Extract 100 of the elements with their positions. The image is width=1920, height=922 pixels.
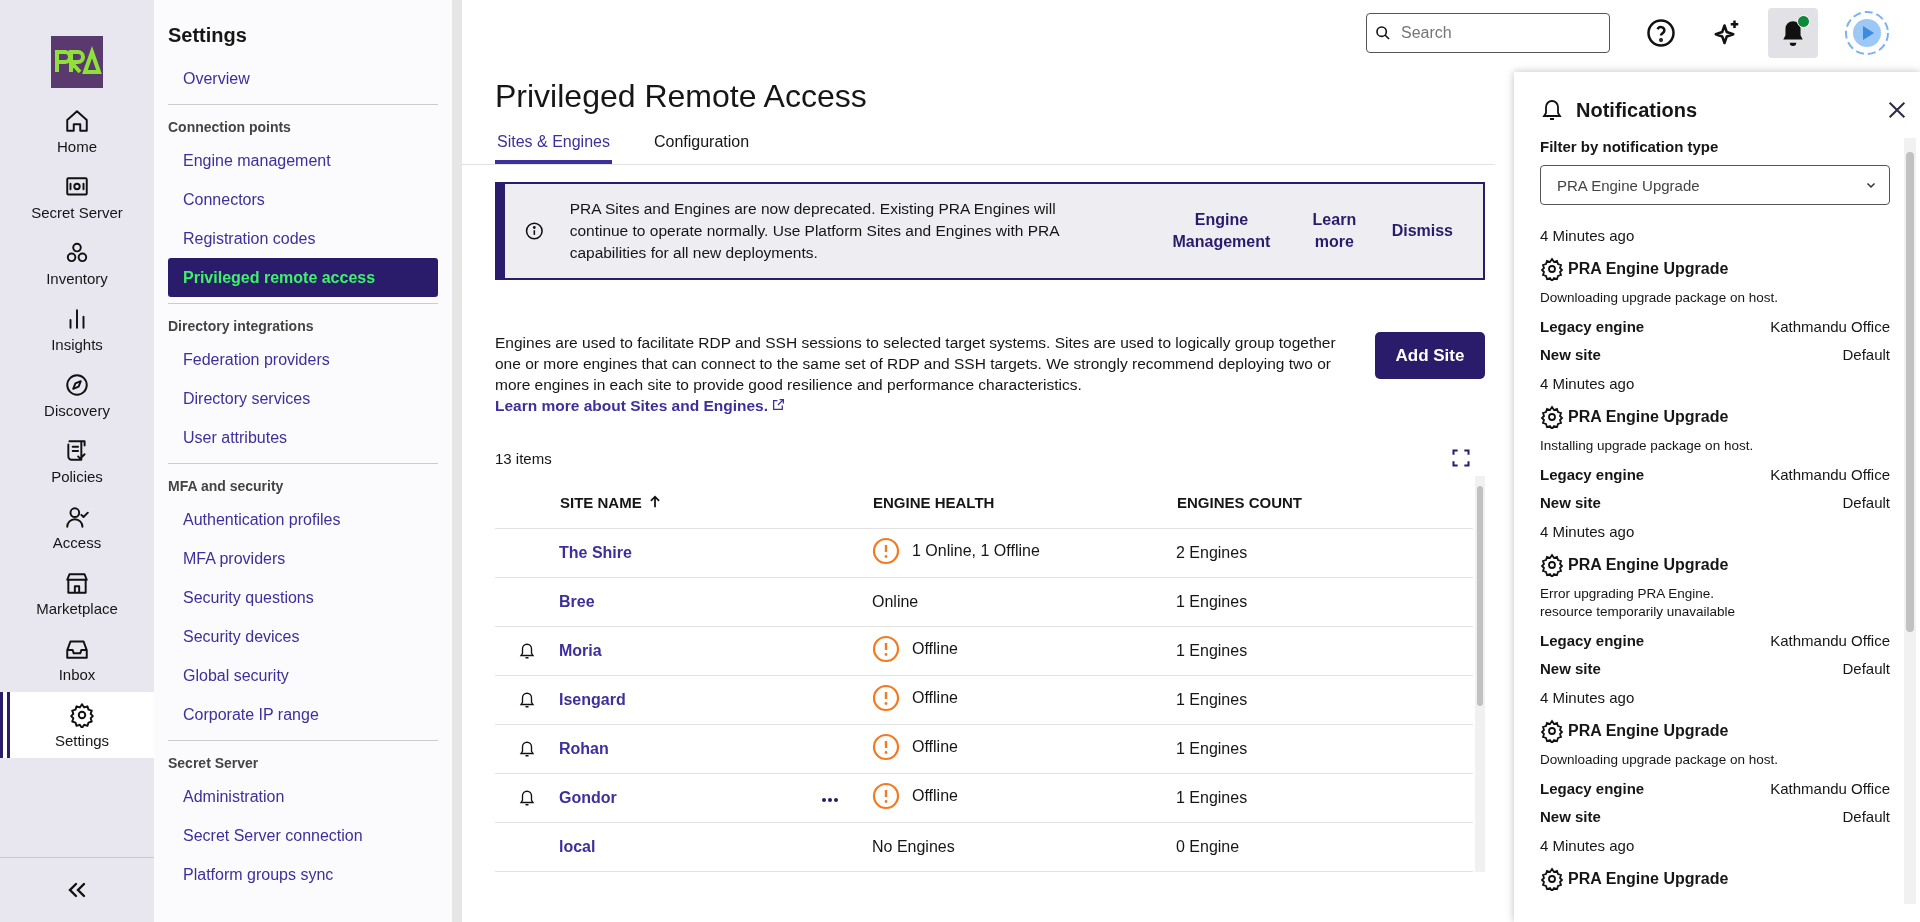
tab[interactable]: Sites & Engines: [495, 133, 612, 164]
notification-message: Installing upgrade package on host.: [1540, 437, 1755, 455]
count-cell: 1 Engines: [1176, 789, 1248, 806]
sidebar-link[interactable]: Connectors: [168, 180, 438, 219]
sidebar-link[interactable]: Authentication profiles: [168, 500, 438, 539]
sidebar-link[interactable]: User attributes: [168, 418, 438, 457]
nav-item[interactable]: Inbox: [0, 626, 154, 692]
banner-link[interactable]: Learn more: [1303, 209, 1366, 253]
detail-label: New site: [1540, 659, 1601, 679]
bell-icon[interactable]: [518, 691, 536, 709]
detail-value: Kathmandu Office: [1770, 465, 1890, 485]
notification-title: PRA Engine Upgrade: [1568, 260, 1729, 278]
collapse-icon[interactable]: [66, 881, 88, 899]
column-header[interactable]: ENGINE HEALTH: [873, 493, 995, 511]
sidebar-title: Settings: [168, 24, 248, 47]
column-header[interactable]: SITE NAME: [560, 493, 662, 511]
page-title: Privileged Remote Access: [495, 78, 868, 115]
detail-label: New site: [1540, 493, 1601, 513]
sidebar-link[interactable]: Engine management: [168, 141, 438, 180]
add-site-button[interactable]: Add Site: [1375, 332, 1485, 379]
notification-time: 4 Minutes ago: [1540, 226, 1636, 246]
sidebar-link[interactable]: Federation providers: [168, 340, 438, 379]
sidebar-link[interactable]: Corporate IP range: [168, 695, 438, 734]
notification-title: PRA Engine Upgrade: [1568, 556, 1729, 574]
bell-icon[interactable]: [518, 740, 536, 758]
sidebar-link[interactable]: Global security: [168, 656, 438, 695]
notification-message: Error upgrading PRA Engine. resource temporarily unavailable: [1540, 585, 1737, 621]
search-field[interactable]: Search: [1366, 13, 1610, 53]
sidebar-link[interactable]: Overview: [168, 59, 438, 98]
sidebar-link[interactable]: Secret Server connection: [168, 816, 438, 855]
nav-item[interactable]: Discovery: [0, 362, 154, 428]
learn-more-link[interactable]: Learn more about Sites and Engines.: [495, 397, 786, 414]
detail-label: Legacy engine: [1540, 465, 1645, 485]
sidebar-link[interactable]: Security devices: [168, 617, 438, 656]
site-link[interactable]: Rohan: [559, 740, 609, 757]
bell-icon[interactable]: [518, 789, 536, 807]
detail-value: Kathmandu Office: [1770, 317, 1890, 337]
external-link-icon: [772, 398, 786, 411]
nav-item[interactable]: Insights: [0, 296, 154, 362]
sidebar-link[interactable]: Administration: [168, 777, 438, 816]
health-cell: No Engines: [872, 838, 955, 856]
more-icon[interactable]: [821, 797, 839, 803]
nav-item[interactable]: Secret Server: [0, 164, 154, 230]
tab[interactable]: Configuration: [651, 133, 752, 164]
site-link[interactable]: local: [559, 838, 596, 855]
close-icon[interactable]: [1886, 99, 1908, 121]
site-link[interactable]: Isengard: [559, 691, 626, 708]
group-heading: Secret Server: [168, 754, 260, 773]
nav-item[interactable]: Marketplace: [0, 560, 154, 626]
logo-icon: [51, 36, 103, 88]
help-icon[interactable]: [1646, 18, 1676, 48]
settings-icon: [69, 701, 95, 728]
scrollbar[interactable]: [1904, 138, 1916, 904]
bell-icon[interactable]: [518, 642, 536, 660]
banner-text: PRA Sites and Engines are now deprecated. Existing PRA Engines will continue to operate normally. Use Platform Sites and Engines with PRA capabilities for all new deployments.: [569, 199, 1061, 263]
notification-time: 4 Minutes ago: [1540, 522, 1636, 542]
settings-icon: [1540, 405, 1564, 429]
gear-avatar-icon[interactable]: [1844, 10, 1890, 56]
detail-label: New site: [1540, 807, 1601, 827]
count-cell: 1 Engines: [1176, 593, 1248, 610]
search-input[interactable]: Search: [1399, 23, 1583, 43]
nav-item[interactable]: Home: [0, 98, 154, 164]
nav-item[interactable]: Access: [0, 494, 154, 560]
bell-icon: [1540, 98, 1564, 122]
sidebar-link[interactable]: Platform groups sync: [168, 855, 438, 894]
banner-link[interactable]: Engine Management: [1165, 209, 1278, 253]
notification-message: Downloading upgrade package on host.: [1540, 289, 1779, 307]
column-header[interactable]: ENGINES COUNT: [1177, 493, 1302, 511]
nav-item[interactable]: Settings: [0, 692, 154, 758]
detail-label: New site: [1540, 345, 1601, 365]
sidebar-link[interactable]: Security questions: [168, 578, 438, 617]
fullscreen-icon[interactable]: [1451, 448, 1471, 468]
health-cell: Offline: [912, 640, 958, 658]
settings-icon: [1540, 719, 1564, 743]
detail-value: Kathmandu Office: [1770, 631, 1890, 651]
filter-label: Filter by notification type: [1540, 138, 1720, 155]
sidebar-link[interactable]: Privileged remote access: [168, 258, 438, 297]
home-icon: [64, 107, 90, 134]
scrollbar[interactable]: [1475, 476, 1485, 872]
notification-message: Downloading upgrade package on host.: [1540, 751, 1779, 769]
detail-value: Kathmandu Office: [1770, 779, 1890, 799]
sidebar-link[interactable]: MFA providers: [168, 539, 438, 578]
count-cell: 1 Engines: [1176, 740, 1248, 757]
notification-time: 4 Minutes ago: [1540, 374, 1636, 394]
nav-item[interactable]: Inventory: [0, 230, 154, 296]
site-link[interactable]: Bree: [559, 593, 595, 610]
health-cell: Offline: [912, 787, 958, 805]
filter-dropdown[interactable]: PRA Engine Upgrade: [1540, 165, 1890, 205]
banner-link[interactable]: Dismiss: [1391, 220, 1453, 242]
site-link[interactable]: Gondor: [559, 789, 617, 806]
sidebar-link[interactable]: Directory services: [168, 379, 438, 418]
sidebar-link[interactable]: Registration codes: [168, 219, 438, 258]
count-cell: 1 Engines: [1176, 642, 1248, 659]
description-text: Engines are used to facilitate RDP and SSH sessions to selected target systems. Sites are used to logically group together one or more engines that can connect to the same set of RDP and SSH targets. We strongly recommend deploying two or more engines in each site to provide good resilience and performance characteristics. Learn more about Sites and Engines.: [495, 333, 1337, 416]
detail-label: Legacy engine: [1540, 317, 1645, 337]
site-link[interactable]: The Shire: [559, 544, 632, 561]
notifications-button[interactable]: [1768, 8, 1818, 58]
count-cell: 2 Engines: [1176, 544, 1248, 561]
nav-item[interactable]: Policies: [0, 428, 154, 494]
site-link[interactable]: Moria: [559, 642, 602, 659]
